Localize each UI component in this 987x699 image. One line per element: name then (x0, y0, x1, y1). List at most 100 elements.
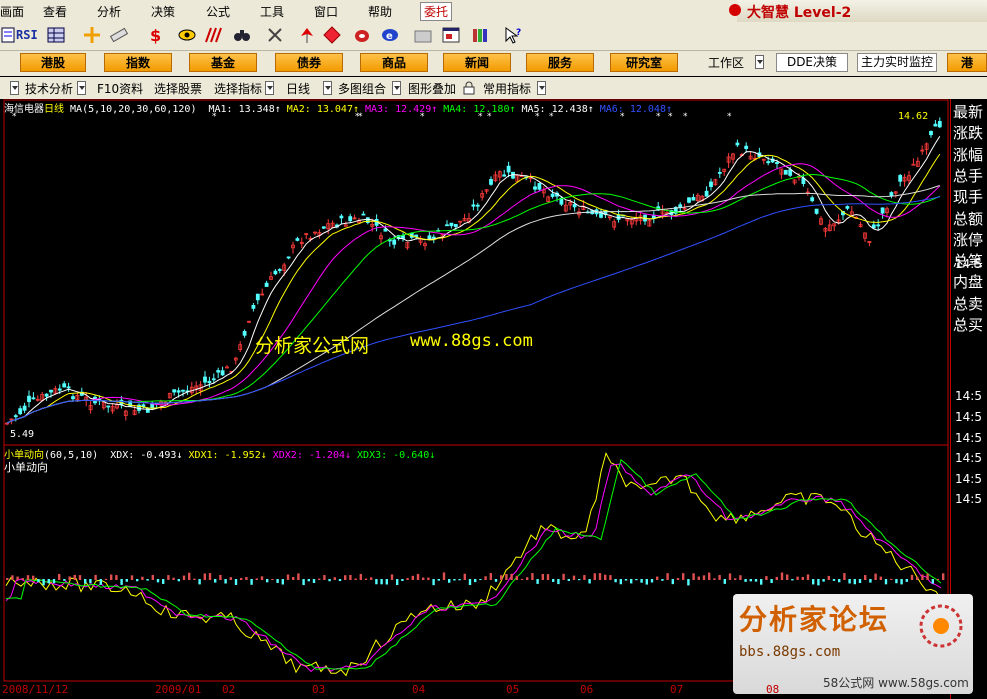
quote-label: 总额 (953, 209, 984, 228)
nav-index[interactable]: 指数 (104, 53, 172, 72)
quote-label: 涨幅 (953, 145, 984, 164)
menu-view[interactable]: 查看 (43, 3, 67, 20)
histogram-bar (188, 572, 191, 580)
nav-research[interactable]: 研究室 (610, 53, 678, 72)
nav-bond[interactable]: 债券 (275, 53, 343, 72)
nav-hk-more[interactable]: 港 (947, 53, 987, 72)
monitor-button[interactable]: 主力实时监控 (857, 53, 937, 72)
histogram-bar (770, 579, 773, 584)
histogram-bar (858, 579, 862, 584)
histogram-bar (276, 579, 279, 583)
candle-body (392, 239, 397, 245)
grid-icon[interactable] (46, 26, 66, 44)
candle-body (933, 123, 938, 127)
pin-icon[interactable] (297, 26, 317, 44)
menu-tools[interactable]: 工具 (260, 3, 284, 20)
candle-body (66, 386, 71, 389)
quote-label: 总手 (953, 166, 984, 185)
eye-icon[interactable] (177, 26, 197, 44)
histogram-bar (125, 579, 128, 582)
books-icon[interactable] (470, 26, 490, 44)
histogram-bar (718, 574, 721, 580)
tab-select-indicator[interactable]: 选择指标 (214, 80, 262, 97)
sub-indicator-params: (60,5,10) (44, 450, 99, 461)
daily-dropdown-icon[interactable] (323, 81, 332, 95)
menu-decision[interactable]: 决策 (151, 3, 175, 20)
histogram-bar (687, 579, 690, 586)
menu-window[interactable]: 窗口 (314, 3, 338, 20)
nav-hk-stock[interactable]: 港股 (20, 53, 86, 72)
sub-legend: 小单动向(60,5,10) XDX: -0.493↓ XDX1: -1.952↓ X… (4, 446, 435, 461)
window-icon[interactable] (441, 26, 461, 44)
folder-icon[interactable] (413, 26, 433, 44)
flame-icon[interactable] (352, 26, 372, 44)
dde-button[interactable]: DDE决策 (776, 53, 848, 72)
dollar-icon[interactable]: $ (145, 26, 165, 44)
menu-dropdown-icon[interactable] (10, 81, 19, 95)
help-cursor-icon[interactable]: ? (503, 26, 523, 44)
histogram-bar (869, 579, 872, 583)
histogram-bar (640, 579, 643, 583)
histogram-bar (604, 574, 607, 580)
histogram-bar (224, 579, 227, 584)
multi-dropdown-icon[interactable] (392, 81, 401, 95)
tab-f10[interactable]: F10资料 (97, 80, 143, 97)
histogram-bar (500, 575, 503, 580)
workspace-label[interactable]: 工作区 (708, 54, 744, 72)
candle-body (889, 192, 894, 197)
nav-news[interactable]: 新闻 (443, 53, 511, 72)
trade-button[interactable]: 委托 (420, 2, 453, 21)
nav-service[interactable]: 服务 (526, 53, 594, 72)
histogram-bar (588, 579, 591, 584)
candle-body (876, 224, 881, 227)
technical-dropdown-icon[interactable] (77, 81, 86, 95)
histogram-bar (822, 579, 825, 582)
date-tick: 07 (670, 683, 684, 696)
histogram-bar (484, 576, 487, 580)
tab-daily[interactable]: 日线 (286, 80, 310, 97)
histogram-bar (63, 579, 66, 581)
candle-body (744, 145, 749, 150)
tab-common-indicator[interactable]: 常用指标 (483, 80, 531, 97)
histogram-bar (562, 573, 565, 580)
menu-view-screen[interactable]: 画面 (0, 3, 24, 20)
diamond-icon[interactable] (322, 26, 342, 44)
indicator-dropdown-icon[interactable] (265, 81, 274, 95)
menu-analysis[interactable]: 分析 (97, 3, 121, 20)
scissors-icon[interactable] (265, 26, 285, 44)
histogram-bar (364, 578, 368, 580)
menu-formula[interactable]: 公式 (206, 3, 230, 20)
candle-body (22, 405, 27, 411)
candle-body (242, 331, 247, 336)
histogram-bar (812, 579, 815, 585)
histogram-bar (297, 573, 300, 580)
binoculars-icon[interactable] (232, 26, 252, 44)
histogram-bar (692, 573, 695, 580)
workspace-dropdown-icon[interactable] (755, 55, 764, 69)
nav-commodity[interactable]: 商品 (360, 53, 428, 72)
tab-multi-chart[interactable]: 多图组合 (338, 80, 386, 97)
tab-overlay[interactable]: 图形叠加 (408, 80, 456, 97)
lock-icon[interactable] (463, 81, 475, 95)
tab-select-stock[interactable]: 选择股票 (154, 80, 202, 97)
globe-icon[interactable]: e (380, 26, 400, 44)
rsi-button[interactable]: RSI (16, 28, 38, 42)
candle-body (880, 207, 885, 214)
common-dropdown-icon[interactable] (537, 81, 546, 95)
histogram-bar (879, 576, 882, 580)
histogram-bar (406, 578, 409, 580)
histogram-bar (16, 576, 19, 580)
nav-fund[interactable]: 基金 (189, 53, 257, 72)
ruler-icon[interactable] (109, 26, 129, 44)
histogram-bar (151, 575, 154, 580)
crosshair-icon[interactable] (82, 26, 102, 44)
quote-label: 现手 (953, 188, 984, 207)
tab-technical-analysis[interactable]: 技术分析 (25, 80, 73, 97)
histogram-bar (526, 577, 529, 580)
date-tick: 08 (766, 683, 780, 696)
stripes-icon[interactable] (203, 26, 223, 44)
menu-help[interactable]: 帮助 (368, 3, 392, 20)
candle-body (489, 179, 493, 185)
histogram-bar (177, 579, 180, 582)
histogram-bar (52, 579, 56, 584)
